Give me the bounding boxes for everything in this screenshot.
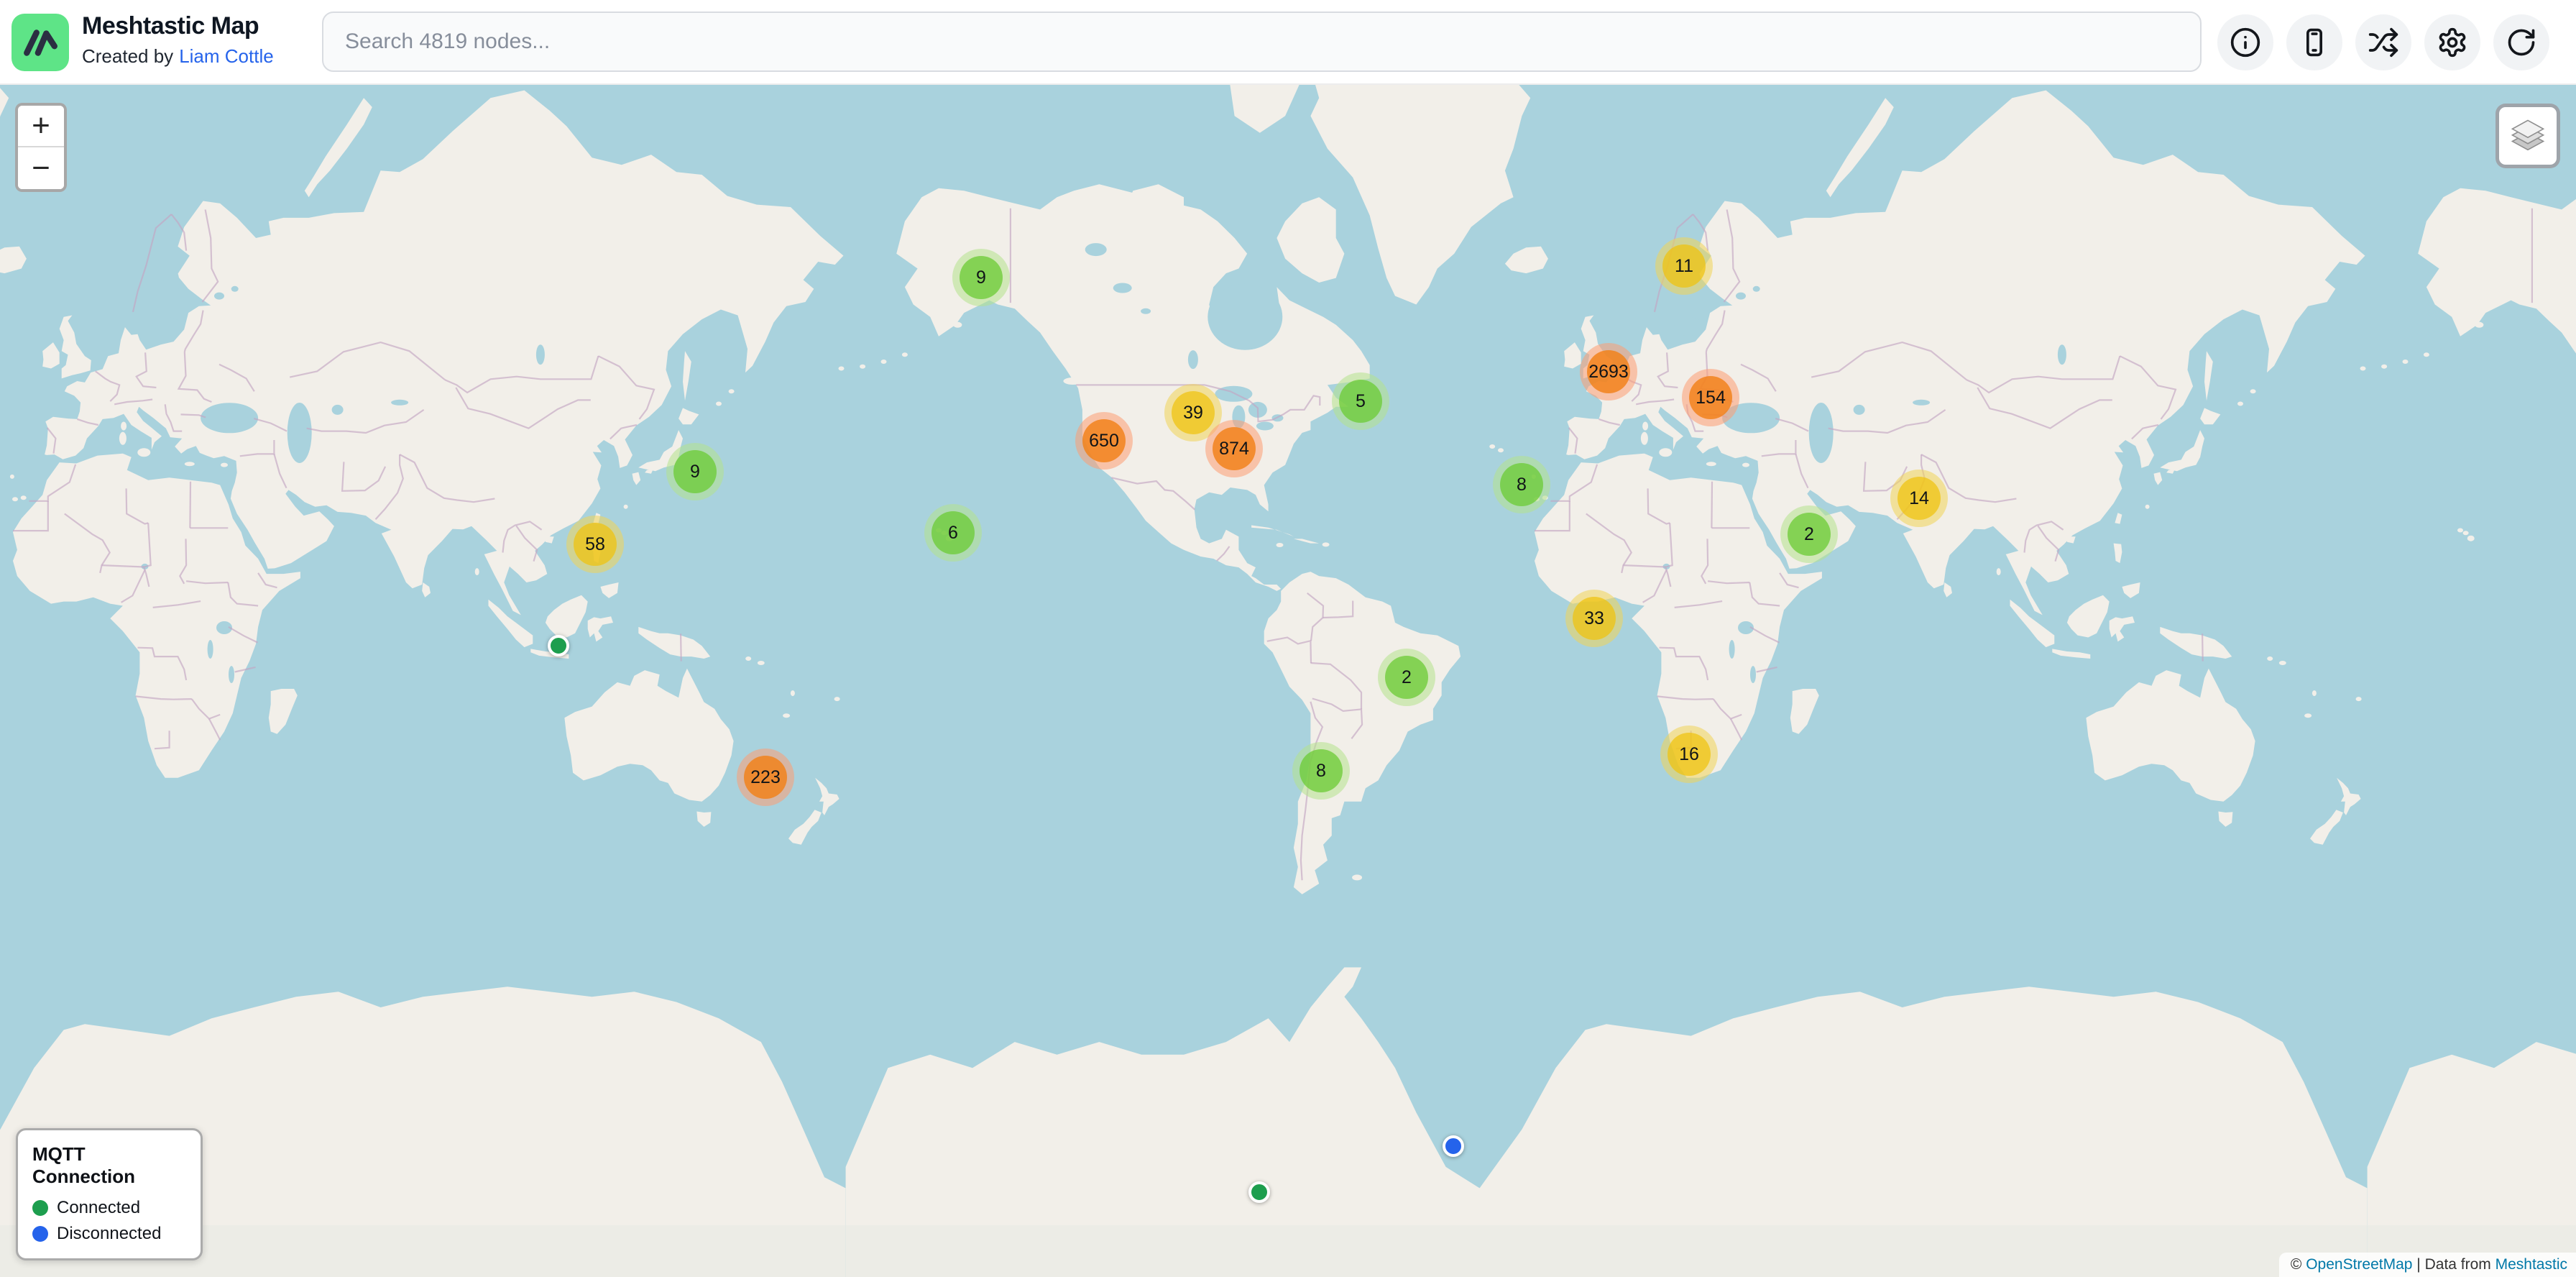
cluster-count: 16 xyxy=(1668,733,1711,776)
map-container[interactable]: + − MQTT Connection Connected Disconnect… xyxy=(0,85,2576,1277)
cluster-count: 223 xyxy=(744,756,787,799)
cluster-count: 2 xyxy=(1385,656,1428,699)
search-input[interactable] xyxy=(322,12,2202,72)
cluster-count: 11 xyxy=(1662,244,1706,288)
refresh-button[interactable] xyxy=(2493,14,2549,70)
title-block: Meshtastic Map Created by Liam Cottle xyxy=(82,10,274,70)
node-cluster[interactable]: 2 xyxy=(1780,505,1838,563)
smartphone-icon xyxy=(2299,27,2330,58)
legend-item-disconnected: Disconnected xyxy=(32,1224,186,1244)
cluster-count: 9 xyxy=(673,450,717,493)
cluster-count: 154 xyxy=(1689,376,1732,419)
cluster-count: 8 xyxy=(1500,463,1543,506)
meshtastic-link[interactable]: Meshtastic xyxy=(2496,1256,2567,1273)
attribution-separator: | Data from xyxy=(2412,1256,2495,1273)
cluster-count: 58 xyxy=(574,523,617,566)
node-marker-connected[interactable] xyxy=(548,635,569,656)
cluster-count: 2 xyxy=(1788,513,1831,556)
zoom-control: + − xyxy=(15,103,67,192)
cluster-count: 14 xyxy=(1898,477,1941,520)
subtitle: Created by Liam Cottle xyxy=(82,42,274,70)
node-cluster[interactable]: 2693 xyxy=(1580,343,1637,401)
node-cluster[interactable]: 16 xyxy=(1660,726,1718,783)
map-attribution: © OpenStreetMap | Data from Meshtastic xyxy=(2279,1253,2576,1277)
meshtastic-logo-icon xyxy=(12,14,69,71)
node-cluster[interactable]: 5 xyxy=(1332,372,1389,430)
cluster-count: 39 xyxy=(1172,391,1215,434)
attribution-copyright: © xyxy=(2291,1256,2306,1273)
connected-swatch xyxy=(32,1200,48,1216)
node-cluster[interactable]: 223 xyxy=(737,749,794,806)
disconnected-swatch xyxy=(32,1226,48,1242)
layers-icon xyxy=(2508,116,2548,156)
mqtt-connection-legend: MQTT Connection Connected Disconnected xyxy=(16,1128,203,1260)
node-cluster[interactable]: 9 xyxy=(666,443,724,500)
node-cluster[interactable]: 874 xyxy=(1205,420,1263,477)
author-link[interactable]: Liam Cottle xyxy=(179,42,274,70)
random-node-button[interactable] xyxy=(2355,14,2411,70)
cluster-count: 874 xyxy=(1213,427,1256,470)
node-cluster[interactable]: 154 xyxy=(1682,369,1739,426)
info-icon xyxy=(2230,27,2261,58)
gear-icon xyxy=(2437,27,2468,58)
openstreetmap-link[interactable]: OpenStreetMap xyxy=(2306,1256,2412,1273)
cluster-count: 6 xyxy=(932,511,975,554)
node-cluster[interactable]: 2 xyxy=(1378,649,1435,706)
cluster-count: 9 xyxy=(960,256,1003,299)
legend-title: MQTT Connection xyxy=(32,1143,186,1188)
cluster-count: 33 xyxy=(1573,597,1616,640)
node-cluster[interactable]: 6 xyxy=(924,504,982,562)
node-cluster[interactable]: 8 xyxy=(1493,456,1550,513)
node-cluster[interactable]: 650 xyxy=(1075,412,1133,470)
device-button[interactable] xyxy=(2286,14,2342,70)
node-cluster[interactable]: 33 xyxy=(1565,590,1623,647)
node-marker-connected[interactable] xyxy=(1248,1181,1270,1203)
node-cluster[interactable]: 8 xyxy=(1292,742,1350,800)
shuffle-icon xyxy=(2368,27,2399,58)
zoom-out-button[interactable]: − xyxy=(18,147,64,189)
cluster-count: 5 xyxy=(1339,380,1382,423)
settings-button[interactable] xyxy=(2424,14,2480,70)
node-cluster[interactable]: 58 xyxy=(566,516,624,573)
layers-control-button[interactable] xyxy=(2496,104,2560,168)
node-cluster[interactable]: 14 xyxy=(1890,470,1948,527)
created-by-text: Created by xyxy=(82,42,173,70)
info-button[interactable] xyxy=(2217,14,2273,70)
node-marker-disconnected[interactable] xyxy=(1443,1135,1464,1157)
cluster-count: 2693 xyxy=(1587,350,1630,393)
node-cluster[interactable]: 9 xyxy=(952,249,1010,306)
zoom-in-button[interactable]: + xyxy=(18,106,64,147)
legend-item-connected: Connected xyxy=(32,1198,186,1218)
cluster-count: 650 xyxy=(1082,419,1126,462)
node-cluster[interactable]: 11 xyxy=(1655,237,1713,295)
cluster-count: 8 xyxy=(1300,749,1343,792)
world-basemap[interactable] xyxy=(0,85,2576,1277)
page-title: Meshtastic Map xyxy=(82,10,274,42)
app-header: Meshtastic Map Created by Liam Cottle xyxy=(0,0,2576,85)
refresh-icon xyxy=(2506,27,2537,58)
